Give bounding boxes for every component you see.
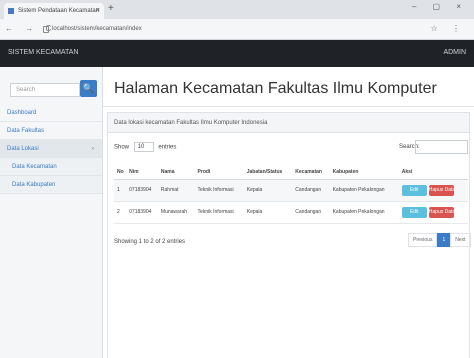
delete-button[interactable]: Hapus Data <box>428 184 455 196</box>
data-panel: Data lokasi kecamatan Fakultas Ilmu Komp… <box>107 112 471 358</box>
window-controls[interactable]: – ▢ × <box>412 2 468 11</box>
entries-length-control: Show 10 entries <box>114 142 176 152</box>
column-header-prodi[interactable]: Prodi <box>194 165 244 180</box>
column-header-nama[interactable]: Nama <box>157 165 195 180</box>
cell-jabatan: Kepala <box>243 201 293 224</box>
app-header: SISTEM KECAMATAN ADMIN <box>0 40 474 67</box>
sidebar-item-label: Data Kabupaten <box>12 182 56 188</box>
edit-button[interactable]: Edit <box>401 206 427 218</box>
sidebar-item-label: Data Lokasi <box>7 146 39 152</box>
kecamatan-table: No Nim Nama Prodi Jabatan/Status Kecamat… <box>114 165 468 224</box>
column-header-kecamatan[interactable]: Kecamatan <box>292 165 330 180</box>
page-title: Halaman Kecamatan Fakultas Ilmu Komputer <box>114 80 437 97</box>
chevron-left-icon: ‹ <box>92 146 94 152</box>
url-field[interactable]: localhost/sistem/kecamatan/index <box>42 23 422 36</box>
divider <box>103 106 474 107</box>
cell-no: 1 <box>114 179 127 202</box>
panel-heading: Data lokasi kecamatan Fakultas Ilmu Komp… <box>108 113 469 133</box>
cell-nama: Rahmat <box>157 179 195 202</box>
cell-kabupaten: Kabupaten Pekalongan <box>329 179 399 202</box>
table-row: 2 07183904 Munawarah Teknik Informasi Ke… <box>114 201 468 224</box>
pagination-page-1[interactable]: 1 <box>437 233 451 247</box>
cell-prodi: Teknik Informasi <box>194 179 244 202</box>
tab-close-icon[interactable]: × <box>96 3 100 19</box>
sidebar-item-data-kecamatan[interactable]: Data Kecamatan <box>0 158 102 176</box>
sidebar-item-data-lokasi[interactable]: Data Lokasi ‹ <box>0 140 102 158</box>
table-info: Showing 1 to 2 of 2 entries <box>114 239 186 245</box>
column-header-aksi: Aksi <box>398 165 468 180</box>
sidebar: Search 🔍 Dashboard Data Fakultas Data Lo… <box>0 67 103 358</box>
table-search-input[interactable] <box>415 140 468 154</box>
browser-tab-bar: Sistem Pendataan Kecamatan × + – ▢ × <box>0 0 474 19</box>
cell-nama: Munawarah <box>157 201 195 224</box>
sidebar-item-label: Data Kecamatan <box>12 164 57 170</box>
edit-button[interactable]: Edit <box>401 184 427 196</box>
pagination-previous[interactable]: Previous <box>408 233 438 247</box>
user-menu[interactable]: ADMIN <box>443 49 466 56</box>
column-header-no[interactable]: No <box>114 165 127 180</box>
sidebar-item-label: Data Fakultas <box>7 128 45 134</box>
column-header-kabupaten[interactable]: Kabupaten <box>329 165 399 180</box>
cell-kecamatan: Candangan <box>292 201 330 224</box>
url-text: localhost/sistem/kecamatan/index <box>52 26 142 32</box>
browser-tab-title: Sistem Pendataan Kecamatan <box>18 8 100 14</box>
table-header-row: No Nim Nama Prodi Jabatan/Status Kecamat… <box>114 165 468 180</box>
lock-icon <box>43 26 49 33</box>
cell-kecamatan: Candangan <box>292 179 330 202</box>
column-header-nim[interactable]: Nim <box>126 165 158 180</box>
sidebar-menu: Dashboard Data Fakultas Data Lokasi ‹ Dat… <box>0 104 102 194</box>
cell-jabatan: Kepala <box>243 179 293 202</box>
table-row: 1 07183904 Rahmat Teknik Informasi Kepal… <box>114 179 468 202</box>
sidebar-item-dashboard[interactable]: Dashboard <box>0 104 102 122</box>
cell-aksi: Edit Hapus Data <box>398 201 468 224</box>
cell-kabupaten: Kabupaten Pekalongan <box>329 201 399 224</box>
browser-menu-icons[interactable]: ☆ ⋮ <box>431 24 466 33</box>
cell-nim: 07183904 <box>126 179 158 202</box>
search-button[interactable]: 🔍 <box>80 80 97 97</box>
cell-prodi: Teknik Informasi <box>194 201 244 224</box>
show-label: Show <box>114 144 130 151</box>
column-header-jabatan[interactable]: Jabatan/Status <box>243 165 293 180</box>
pagination: Previous 1 Next <box>408 233 471 247</box>
cell-nim: 07183904 <box>126 201 158 224</box>
cell-aksi: Edit Hapus Data <box>398 179 468 202</box>
sidebar-item-label: Dashboard <box>7 110 37 116</box>
sidebar-item-data-kabupaten[interactable]: Data Kabupaten <box>0 176 102 194</box>
address-bar: ← → C localhost/sistem/kecamatan/index ☆… <box>0 19 474 40</box>
browser-tab[interactable]: Sistem Pendataan Kecamatan × <box>4 3 104 19</box>
sidebar-item-data-fakultas[interactable]: Data Fakultas <box>0 122 102 140</box>
new-tab-button[interactable]: + <box>108 3 114 14</box>
sidebar-search-input[interactable]: Search <box>10 83 80 97</box>
delete-button[interactable]: Hapus Data <box>428 206 455 218</box>
main-content: Halaman Kecamatan Fakultas Ilmu Komputer… <box>103 67 474 358</box>
entries-label: entries <box>158 144 177 151</box>
app-brand[interactable]: SISTEM KECAMATAN <box>8 49 79 56</box>
pagination-next[interactable]: Next <box>450 233 471 247</box>
cell-no: 2 <box>114 201 127 224</box>
favicon-icon <box>8 8 14 14</box>
entries-select[interactable]: 10 <box>133 142 154 152</box>
